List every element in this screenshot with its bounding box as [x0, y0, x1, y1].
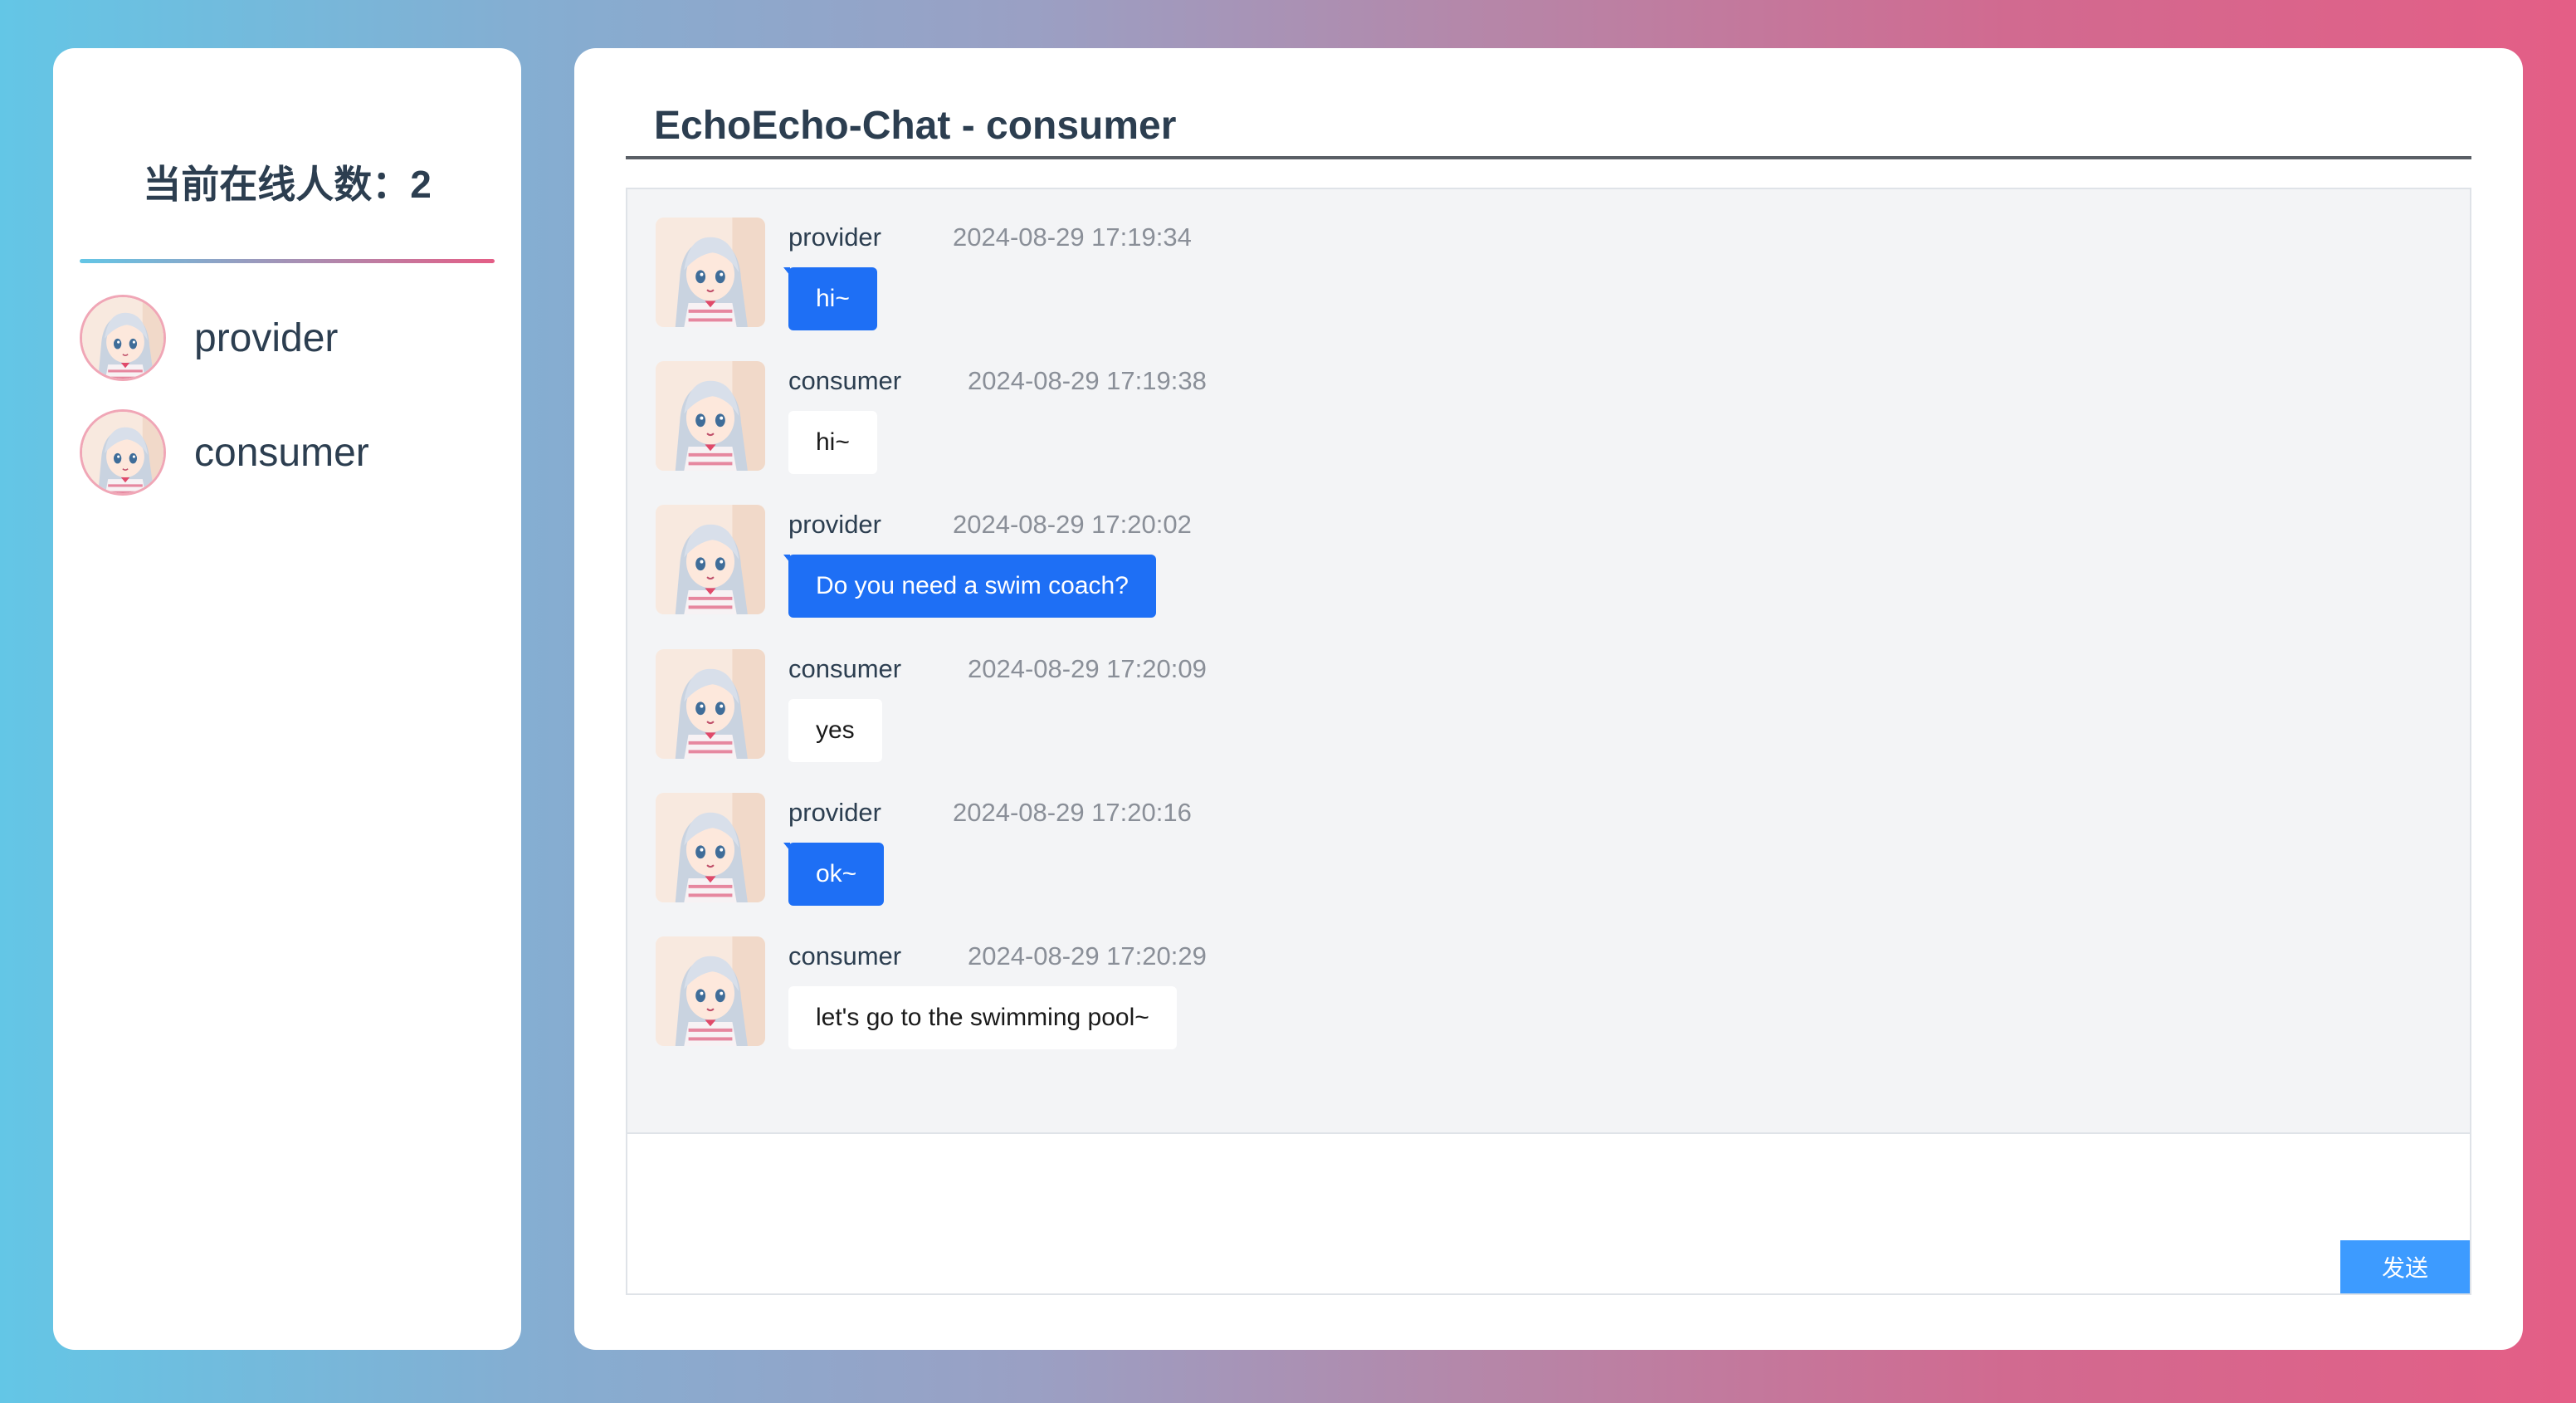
online-count-title: 当前在线人数：2: [143, 163, 432, 206]
chat-panel: EchoEcho-Chat - consumer provider 2024-0…: [574, 48, 2523, 1350]
message-sender: provider: [788, 222, 881, 252]
message-sender: consumer: [788, 654, 902, 683]
message-timestamp: 2024-08-29 17:19:38: [968, 366, 1207, 395]
message-sender: consumer: [788, 366, 902, 395]
title-divider: [626, 156, 2471, 159]
user-name: provider: [194, 315, 339, 360]
message-sender: provider: [788, 510, 881, 539]
chat-box: provider 2024-08-29 17:19:34 hi~ consume…: [626, 188, 2471, 1295]
user-item-provider[interactable]: provider: [80, 292, 495, 384]
message-bubble: ok~: [783, 843, 885, 906]
message-timestamp: 2024-08-29 17:20:16: [953, 798, 1192, 827]
avatar-icon: [656, 218, 765, 327]
message-item: consumer 2024-08-29 17:20:09 yes: [656, 649, 1900, 762]
message-list[interactable]: provider 2024-08-29 17:19:34 hi~ consume…: [627, 189, 2470, 1134]
message-bubble: let's go to the swimming pool~: [788, 986, 1177, 1049]
message-timestamp: 2024-08-29 17:20:02: [953, 510, 1192, 539]
avatar-icon: [656, 649, 765, 759]
message-timestamp: 2024-08-29 17:19:34: [953, 222, 1192, 252]
avatar-icon: [80, 409, 166, 496]
message-item: consumer 2024-08-29 17:19:38 hi~: [656, 361, 1900, 474]
message-item: provider 2024-08-29 17:19:34 hi~: [656, 218, 1900, 330]
online-users-panel: 当前在线人数：2 provider consumer: [53, 48, 521, 1350]
message-input[interactable]: [627, 1136, 2470, 1293]
chat-title: EchoEcho-Chat - consumer: [654, 104, 1177, 148]
message-timestamp: 2024-08-29 17:20:29: [968, 941, 1207, 970]
avatar-icon: [656, 936, 765, 1046]
avatar-icon: [656, 505, 765, 614]
user-name: consumer: [194, 430, 369, 475]
avatar-icon: [80, 295, 166, 381]
message-timestamp: 2024-08-29 17:20:09: [968, 654, 1207, 683]
avatar-icon: [656, 361, 765, 471]
user-item-consumer[interactable]: consumer: [80, 407, 495, 498]
message-sender: provider: [788, 798, 881, 827]
send-button[interactable]: 发送: [2340, 1240, 2470, 1293]
message-bubble: Do you need a swim coach?: [783, 555, 1156, 618]
message-bubble: yes: [788, 699, 882, 762]
message-bubble: hi~: [783, 267, 877, 330]
avatar-icon: [656, 793, 765, 902]
sidebar-divider: [80, 259, 495, 263]
message-item: provider 2024-08-29 17:20:02 Do you need…: [656, 505, 1900, 618]
message-item: consumer 2024-08-29 17:20:29 let's go to…: [656, 936, 1900, 1049]
message-bubble: hi~: [788, 411, 877, 474]
message-sender: consumer: [788, 941, 902, 970]
message-item: provider 2024-08-29 17:20:16 ok~: [656, 793, 1900, 906]
